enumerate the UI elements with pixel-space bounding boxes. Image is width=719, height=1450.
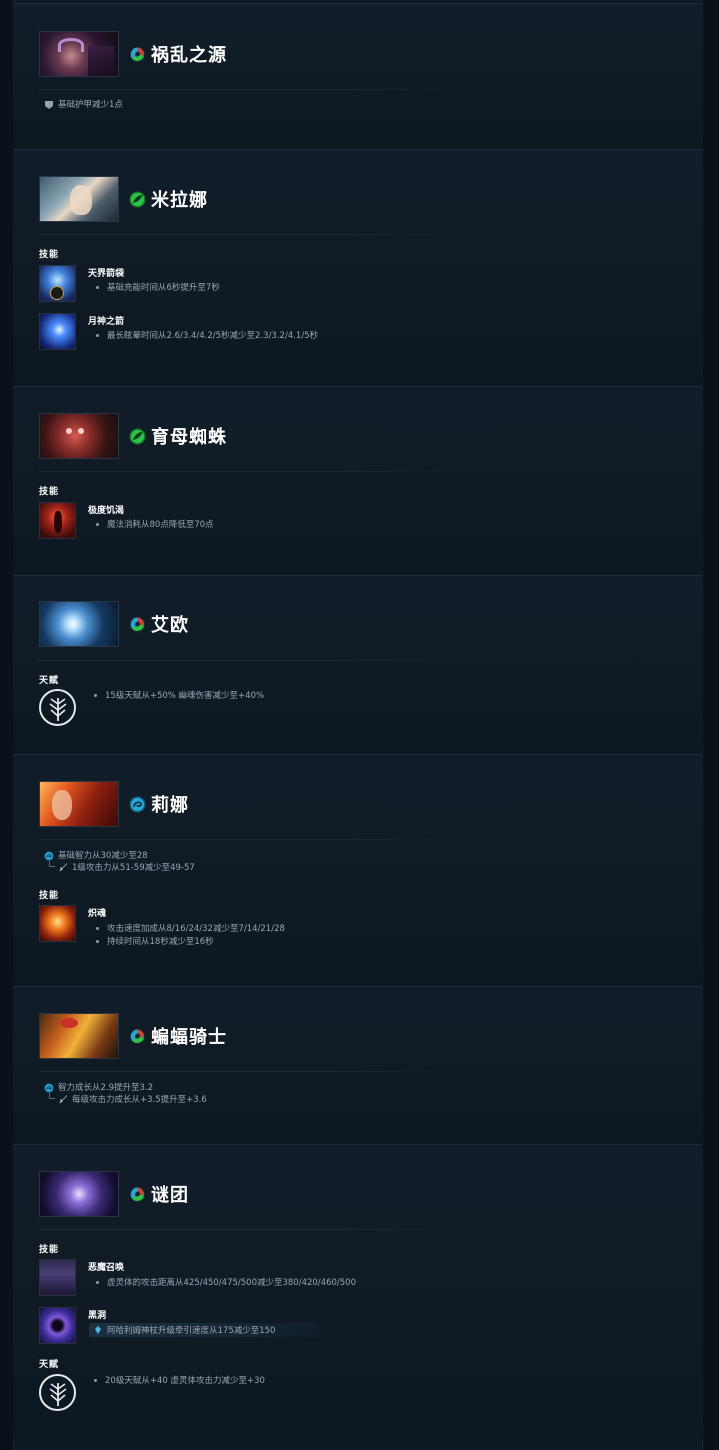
ability-name: 黑洞 [88, 1311, 107, 1321]
celestial-quiver-ability-icon[interactable] [39, 265, 76, 302]
hero-section-io: 艾欧 天赋 15级天赋从+50% 幽魂伤害减少至+40% [13, 575, 703, 754]
abilities-label: 技能 [39, 487, 60, 497]
stat-change-text: 1级攻击力从51-59减少至49-57 [72, 863, 195, 873]
agility-attribute-icon [129, 428, 146, 444]
ability-name: 恶魔召唤 [88, 1263, 125, 1273]
intelligence-attribute-icon [129, 795, 146, 813]
hero-portrait [39, 781, 119, 827]
talent-tree-icon [39, 1374, 76, 1411]
divider [39, 660, 459, 661]
sword-icon [59, 863, 67, 871]
hero-section-lina: 莉娜 基础智力从30减少至28 1级攻击力从51-59减少至49-57 技能 炽… [13, 754, 703, 986]
divider [39, 89, 459, 90]
hero-section-bane: 祸乱之源 基础护甲减少1点 [13, 3, 703, 149]
abilities-label: 技能 [39, 250, 60, 260]
divider [39, 471, 459, 472]
hero-section-batrider: 蝙蝠骑士 智力成长从2.9提升至3.2 每级攻击力成长从+3.5提升至+3.6 [13, 986, 703, 1144]
ability-change-text: 基础充能时间从6秒提升至7秒 [96, 283, 220, 293]
agility-attribute-icon [129, 191, 146, 207]
hero-portrait [39, 1171, 119, 1217]
ability-change-text: 魔法消耗从80点降低至70点 [96, 520, 214, 530]
divider [39, 1229, 459, 1230]
hero-name: 谜团 [151, 1185, 189, 1206]
universal-attribute-icon [129, 1186, 146, 1202]
insatiable-hunger-ability-icon[interactable] [39, 502, 76, 539]
ability-change-text: 虚灵体的攻击距离从425/450/475/500减少至380/420/460/5… [96, 1278, 356, 1288]
hero-name: 育母蜘蛛 [151, 427, 227, 448]
hero-section-mirana: 米拉娜 技能 天界箭袋 基础充能时间从6秒提升至7秒 月神之箭 最长眩晕时间从2… [13, 149, 703, 386]
hero-name: 米拉娜 [151, 190, 208, 211]
ability-change-text: 最长眩晕时间从2.6/3.4/4.2/5秒减少至2.3/3.2/4.1/5秒 [95, 331, 319, 341]
hero-portrait [39, 1013, 119, 1059]
abilities-label: 技能 [39, 891, 60, 901]
universal-attribute-icon [129, 1028, 146, 1044]
talents-label: 天赋 [39, 1360, 60, 1370]
hero-section-broodmother: 育母蜘蛛 技能 极度饥渴 魔法消耗从80点降低至70点 [13, 386, 703, 575]
ability-name: 炽魂 [88, 909, 107, 919]
hero-section-enigma: 谜团 技能 恶魔召唤 虚灵体的攻击距离从425/450/475/500减少至38… [13, 1144, 703, 1439]
intelligence-icon [44, 851, 54, 861]
universal-attribute-icon [129, 46, 146, 62]
hero-name: 蝙蝠骑士 [151, 1027, 227, 1048]
hero-portrait [39, 176, 119, 222]
talent-tree-icon [39, 689, 76, 726]
stat-change-text: 基础智力从30减少至28 [58, 851, 148, 861]
hero-portrait [39, 601, 119, 647]
talent-change-text: 20级天赋从+40 虚灵体攻击力减少至+30 [94, 1376, 265, 1386]
ability-change-text: 持续时间从18秒减少至16秒 [96, 937, 214, 947]
ability-change-text: 阿哈利姆神杖升级牵引速度从175减少至150 [107, 1326, 276, 1336]
tree-connector [49, 861, 55, 867]
ability-name: 极度饥渴 [88, 506, 125, 516]
ability-name: 月神之箭 [88, 317, 125, 327]
divider [39, 234, 459, 235]
divider [39, 1071, 459, 1072]
ability-change-text: 攻击速度加成从8/16/24/32减少至7/14/21/28 [96, 924, 285, 934]
stat-change-text: 智力成长从2.9提升至3.2 [58, 1083, 154, 1093]
hero-portrait [39, 413, 119, 459]
abilities-label: 技能 [39, 1245, 60, 1255]
tree-connector [49, 1093, 55, 1099]
hero-name: 艾欧 [151, 615, 189, 636]
talent-change-text: 15级天赋从+50% 幽魂伤害减少至+40% [93, 691, 265, 701]
aghanims-scepter-icon [95, 1326, 101, 1334]
stat-change-text: 每级攻击力成长从+3.5提升至+3.6 [72, 1095, 207, 1105]
sword-icon [59, 1095, 67, 1103]
black-hole-ability-icon[interactable] [39, 1307, 76, 1344]
intelligence-icon [44, 1083, 54, 1093]
fiery-soul-ability-icon[interactable] [39, 905, 76, 942]
stat-change-text: 基础护甲减少1点 [58, 100, 123, 110]
hero-portrait [39, 31, 119, 77]
universal-attribute-icon [129, 616, 146, 632]
hero-name: 莉娜 [151, 795, 189, 816]
talents-label: 天赋 [39, 676, 60, 686]
sacred-arrow-ability-icon[interactable] [39, 313, 76, 350]
demonic-summoning-ability-icon[interactable] [39, 1259, 76, 1296]
ability-name: 天界箭袋 [88, 269, 125, 279]
divider [39, 839, 459, 840]
armor-icon [45, 101, 53, 109]
hero-name: 祸乱之源 [151, 45, 227, 66]
